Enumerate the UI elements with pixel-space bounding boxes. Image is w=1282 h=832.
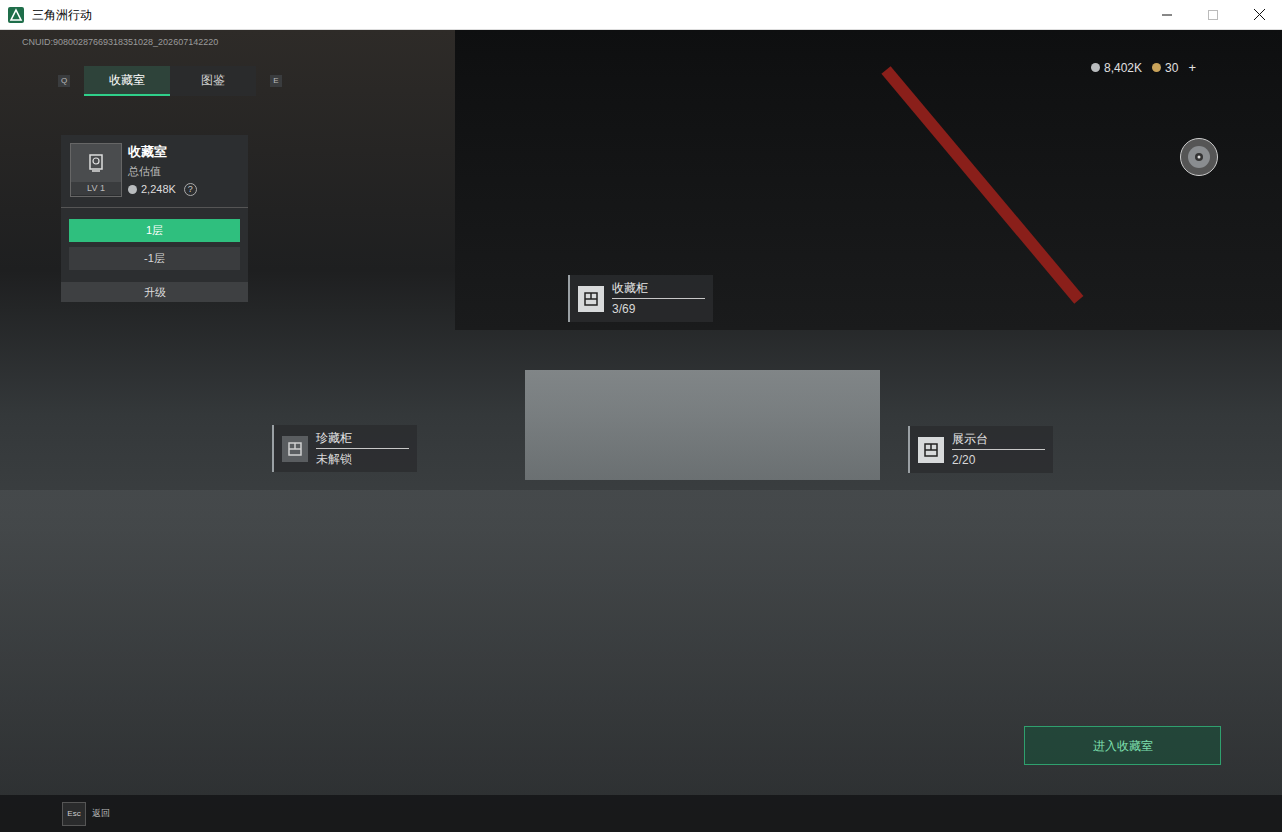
currency-amount: 30 [1165, 59, 1178, 77]
title-bar: 三角洲行动 [0, 0, 1282, 30]
app-logo-icon [8, 7, 24, 23]
tab-bar: Q 收藏室图鉴 E [58, 66, 282, 96]
maximize-button[interactable] [1190, 0, 1236, 29]
marker-value: 未解锁 [316, 449, 409, 467]
scene-floor [0, 490, 1282, 830]
back-label[interactable]: 返回 [92, 807, 110, 821]
shelf-icon [583, 291, 599, 307]
tab-key-right: E [270, 75, 282, 87]
floor-button[interactable]: 1层 [69, 219, 240, 242]
close-icon [1254, 9, 1265, 20]
enter-room-button[interactable]: 进入收藏室 [1024, 726, 1221, 765]
disc-button[interactable] [1180, 138, 1218, 176]
upgrade-button[interactable]: 升级 [61, 282, 248, 302]
esc-key[interactable]: Esc [62, 802, 86, 826]
marker-value: 3/69 [612, 299, 705, 317]
coin-icon [128, 185, 137, 194]
scene-marker[interactable]: 珍藏柜未解锁 [272, 425, 417, 472]
coin-icon [1152, 63, 1161, 72]
marker-title: 珍藏柜 [316, 430, 409, 449]
shelf-icon [287, 441, 303, 457]
shelf-icon [923, 442, 939, 458]
coin-icon [1091, 63, 1100, 72]
marker-title: 展示台 [952, 431, 1045, 450]
tab[interactable]: 图鉴 [170, 66, 256, 96]
footer-bar: Esc 返回 [0, 795, 1282, 832]
add-currency-button[interactable]: + [1188, 58, 1196, 78]
app-window: 三角洲行动 CNUID:90800287669318351028_20260714… [0, 0, 1282, 832]
window-title: 三角洲行动 [32, 6, 92, 24]
marker-value: 2/20 [952, 450, 1045, 468]
collection-panel: LV 1 收藏室总估值 2,248K? 1层 -1层升级 [61, 135, 248, 302]
panel-value: 2,248K [141, 182, 176, 197]
help-button[interactable]: ? [184, 183, 197, 196]
currency-amount: 8,402K [1104, 59, 1142, 77]
panel-level: LV 1 [71, 182, 121, 195]
scene-wall [525, 370, 880, 480]
currency-bar: 8,402K 30 + [1091, 58, 1196, 78]
floor-button[interactable]: -1层 [69, 247, 240, 270]
value-label: 总估值 [128, 164, 197, 179]
marker-title: 收藏柜 [612, 280, 705, 299]
panel-title: 收藏室 [128, 143, 197, 161]
cabinet-icon [918, 437, 944, 463]
game-scene: CNUID:90800287669318351028_202607142220 Q… [0, 30, 1282, 832]
uid-text: CNUID:90800287669318351028_202607142220 [22, 36, 218, 50]
tab[interactable]: 收藏室 [84, 66, 170, 96]
scene-marker[interactable]: 展示台2/20 [908, 426, 1053, 473]
trophy-icon [71, 144, 121, 182]
disc-icon [1186, 144, 1212, 170]
tab-key-left: Q [58, 75, 70, 87]
scene-marker[interactable]: 收藏柜3/69 [568, 275, 713, 322]
close-button[interactable] [1236, 0, 1282, 29]
minimize-button[interactable] [1144, 0, 1190, 29]
maximize-icon [1208, 10, 1218, 20]
minimize-icon [1162, 10, 1172, 20]
cabinet-icon [282, 436, 308, 462]
cabinet-icon [578, 286, 604, 312]
